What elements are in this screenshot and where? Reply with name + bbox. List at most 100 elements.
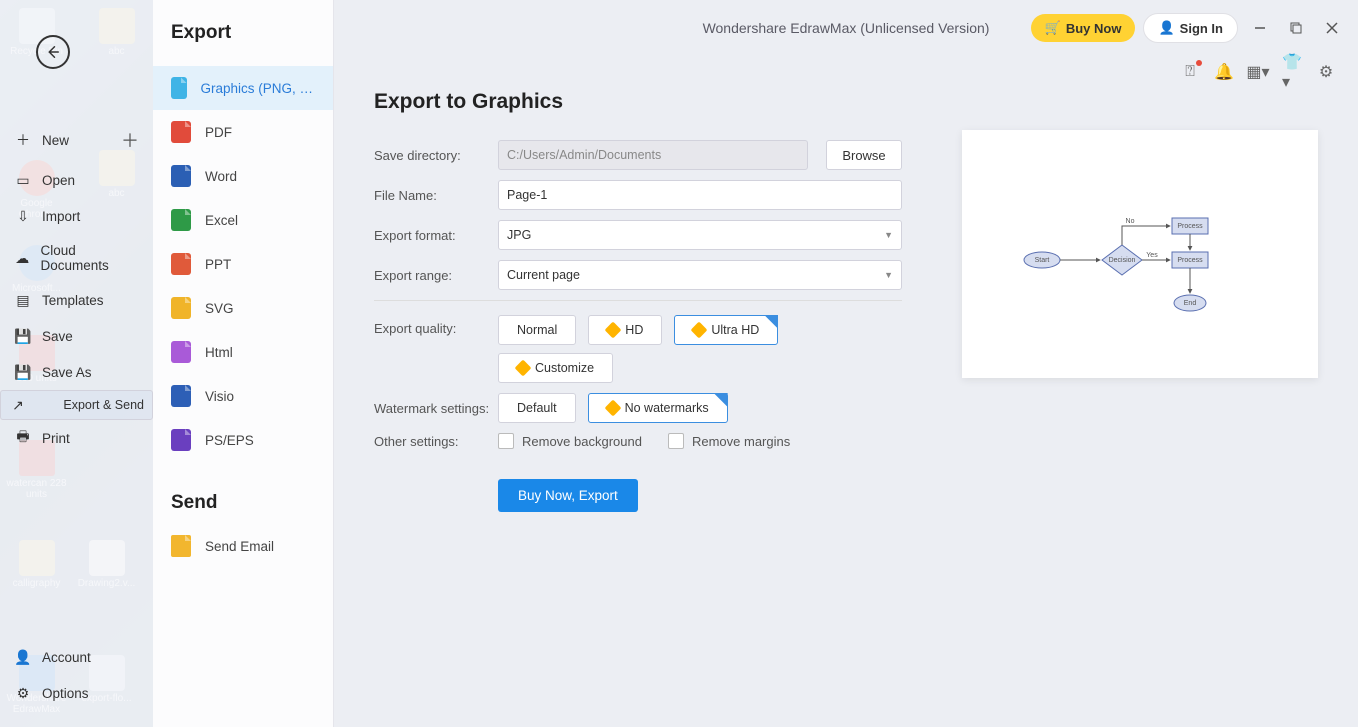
mail-icon bbox=[171, 535, 191, 557]
eps-file-icon bbox=[171, 429, 191, 451]
export-item-visio[interactable]: Visio bbox=[153, 374, 333, 418]
minimize-button[interactable] bbox=[1246, 14, 1274, 42]
quality-normal-button[interactable]: Normal bbox=[498, 315, 576, 345]
buy-now-button[interactable]: 🛒Buy Now bbox=[1031, 14, 1136, 42]
selected-corner-icon bbox=[714, 393, 728, 407]
maximize-icon bbox=[1290, 22, 1302, 34]
export-item-pseps[interactable]: PS/EPS bbox=[153, 418, 333, 462]
save-icon: 💾 bbox=[14, 327, 32, 345]
file-menu-account[interactable]: 👤 Account bbox=[0, 639, 153, 675]
quality-custom-button[interactable]: Customize bbox=[498, 353, 613, 383]
export-item-excel[interactable]: Excel bbox=[153, 198, 333, 242]
file-menu-options[interactable]: ⚙Options bbox=[0, 675, 153, 711]
checkbox-icon bbox=[498, 433, 514, 449]
back-button[interactable] bbox=[36, 35, 70, 69]
visio-file-icon bbox=[171, 385, 191, 407]
file-menu-open[interactable]: ▭ Open bbox=[0, 162, 153, 198]
print-icon: 🖶 bbox=[14, 429, 32, 447]
help-icon[interactable]: ⍰ bbox=[1180, 62, 1200, 82]
diamond-icon bbox=[515, 360, 532, 377]
export-form: Export to Graphics Save directory: Brows… bbox=[374, 90, 902, 512]
templates-icon: ▤ bbox=[14, 291, 32, 309]
saveas-icon: 💾 bbox=[14, 363, 32, 381]
browse-button[interactable]: Browse bbox=[826, 140, 902, 170]
file-menu-cloud[interactable]: ☁ Cloud Documents bbox=[0, 234, 153, 282]
apps-icon[interactable]: ▦▾ bbox=[1248, 62, 1268, 82]
menu-label: Account bbox=[42, 650, 91, 665]
signin-button[interactable]: 👤Sign In bbox=[1143, 13, 1238, 43]
export-icon: ↗ bbox=[9, 396, 27, 414]
menu-label: Options bbox=[42, 686, 89, 701]
menu-label: Save As bbox=[42, 365, 92, 380]
quality-uhd-button[interactable]: Ultra HD bbox=[674, 315, 778, 345]
cloud-icon: ☁ bbox=[14, 249, 31, 267]
diamond-icon bbox=[605, 322, 622, 339]
diamond-icon bbox=[604, 400, 621, 417]
chevron-down-icon: ▼ bbox=[884, 270, 893, 280]
svg-text:Yes: Yes bbox=[1146, 252, 1158, 259]
range-select[interactable]: Current page▼ bbox=[498, 260, 902, 290]
maximize-button[interactable] bbox=[1282, 14, 1310, 42]
file-menu-new[interactable]: ＋New＋ bbox=[0, 118, 153, 162]
file-menu-import[interactable]: ⇩ Import bbox=[0, 198, 153, 234]
arrow-left-icon bbox=[44, 43, 62, 61]
format-select[interactable]: JPG▼ bbox=[498, 220, 902, 250]
file-menu-print[interactable]: 🖶Print bbox=[0, 420, 153, 456]
file-menu-saveas[interactable]: 💾 Save As bbox=[0, 354, 153, 390]
quality-label: Export quality: bbox=[374, 315, 498, 336]
menu-label: New bbox=[42, 133, 69, 148]
file-menu-export[interactable]: ↗Export & Send bbox=[0, 390, 153, 420]
main-content-area: Wondershare EdrawMax (Unlicensed Version… bbox=[334, 0, 1358, 727]
close-icon bbox=[1326, 22, 1338, 34]
excel-file-icon bbox=[171, 209, 191, 231]
gear-icon[interactable]: ⚙ bbox=[1316, 62, 1336, 82]
menu-label: Import bbox=[42, 209, 80, 224]
export-item-svg[interactable]: SVG bbox=[153, 286, 333, 330]
export-item-ppt[interactable]: PPT bbox=[153, 242, 333, 286]
save-dir-input bbox=[498, 140, 808, 170]
preview-canvas: .box{fill:#d6ddf0;stroke:#5a6fb0;stroke-… bbox=[962, 130, 1318, 378]
cart-icon: 🛒 bbox=[1045, 20, 1061, 36]
import-icon: ⇩ bbox=[14, 207, 32, 225]
export-item-html[interactable]: Html bbox=[153, 330, 333, 374]
selected-corner-icon bbox=[764, 315, 778, 329]
menu-label: Templates bbox=[42, 293, 104, 308]
close-button[interactable] bbox=[1318, 14, 1346, 42]
menu-label: Open bbox=[42, 173, 75, 188]
quality-hd-button[interactable]: HD bbox=[588, 315, 662, 345]
export-action-button[interactable]: Buy Now, Export bbox=[498, 479, 638, 512]
svg-text:Decision: Decision bbox=[1109, 257, 1136, 264]
remove-bg-checkbox[interactable]: Remove background bbox=[498, 433, 642, 449]
svg-text:Start: Start bbox=[1035, 257, 1050, 264]
title-bar: Wondershare EdrawMax (Unlicensed Version… bbox=[334, 0, 1358, 56]
bell-icon[interactable]: 🔔 bbox=[1214, 62, 1234, 82]
app-title: Wondershare EdrawMax (Unlicensed Version… bbox=[703, 20, 990, 36]
menu-label: Save bbox=[42, 329, 73, 344]
menu-label: Cloud Documents bbox=[41, 243, 139, 273]
pdf-file-icon bbox=[171, 121, 191, 143]
person-icon: 👤 bbox=[1158, 20, 1174, 36]
export-item-pdf[interactable]: PDF bbox=[153, 110, 333, 154]
send-header: Send bbox=[153, 462, 333, 514]
svg-text:Process: Process bbox=[1177, 223, 1203, 230]
send-email-item[interactable]: Send Email bbox=[153, 524, 333, 568]
svg-text:No: No bbox=[1126, 218, 1135, 225]
word-file-icon bbox=[171, 165, 191, 187]
watermark-label: Watermark settings: bbox=[374, 401, 498, 416]
watermark-none-button[interactable]: No watermarks bbox=[588, 393, 728, 423]
file-menu-sidebar: ＋New＋ ▭Open ⇩Import ☁Cloud Documents ▤Te… bbox=[0, 0, 153, 727]
export-item-word[interactable]: Word bbox=[153, 154, 333, 198]
export-item-graphics[interactable]: Graphics (PNG, JPG e... bbox=[153, 66, 333, 110]
notification-dot bbox=[1196, 60, 1202, 66]
remove-margins-checkbox[interactable]: Remove margins bbox=[668, 433, 790, 449]
plus-icon[interactable]: ＋ bbox=[121, 127, 139, 153]
ppt-file-icon bbox=[171, 253, 191, 275]
checkbox-icon bbox=[668, 433, 684, 449]
folder-icon: ▭ bbox=[14, 171, 32, 189]
filename-input[interactable] bbox=[498, 180, 902, 210]
person-icon: 👤 bbox=[14, 648, 32, 666]
shirt-icon[interactable]: 👕▾ bbox=[1282, 62, 1302, 82]
file-menu-save[interactable]: 💾 Save bbox=[0, 318, 153, 354]
watermark-default-button[interactable]: Default bbox=[498, 393, 576, 423]
file-menu-templates[interactable]: ▤ Templates bbox=[0, 282, 153, 318]
